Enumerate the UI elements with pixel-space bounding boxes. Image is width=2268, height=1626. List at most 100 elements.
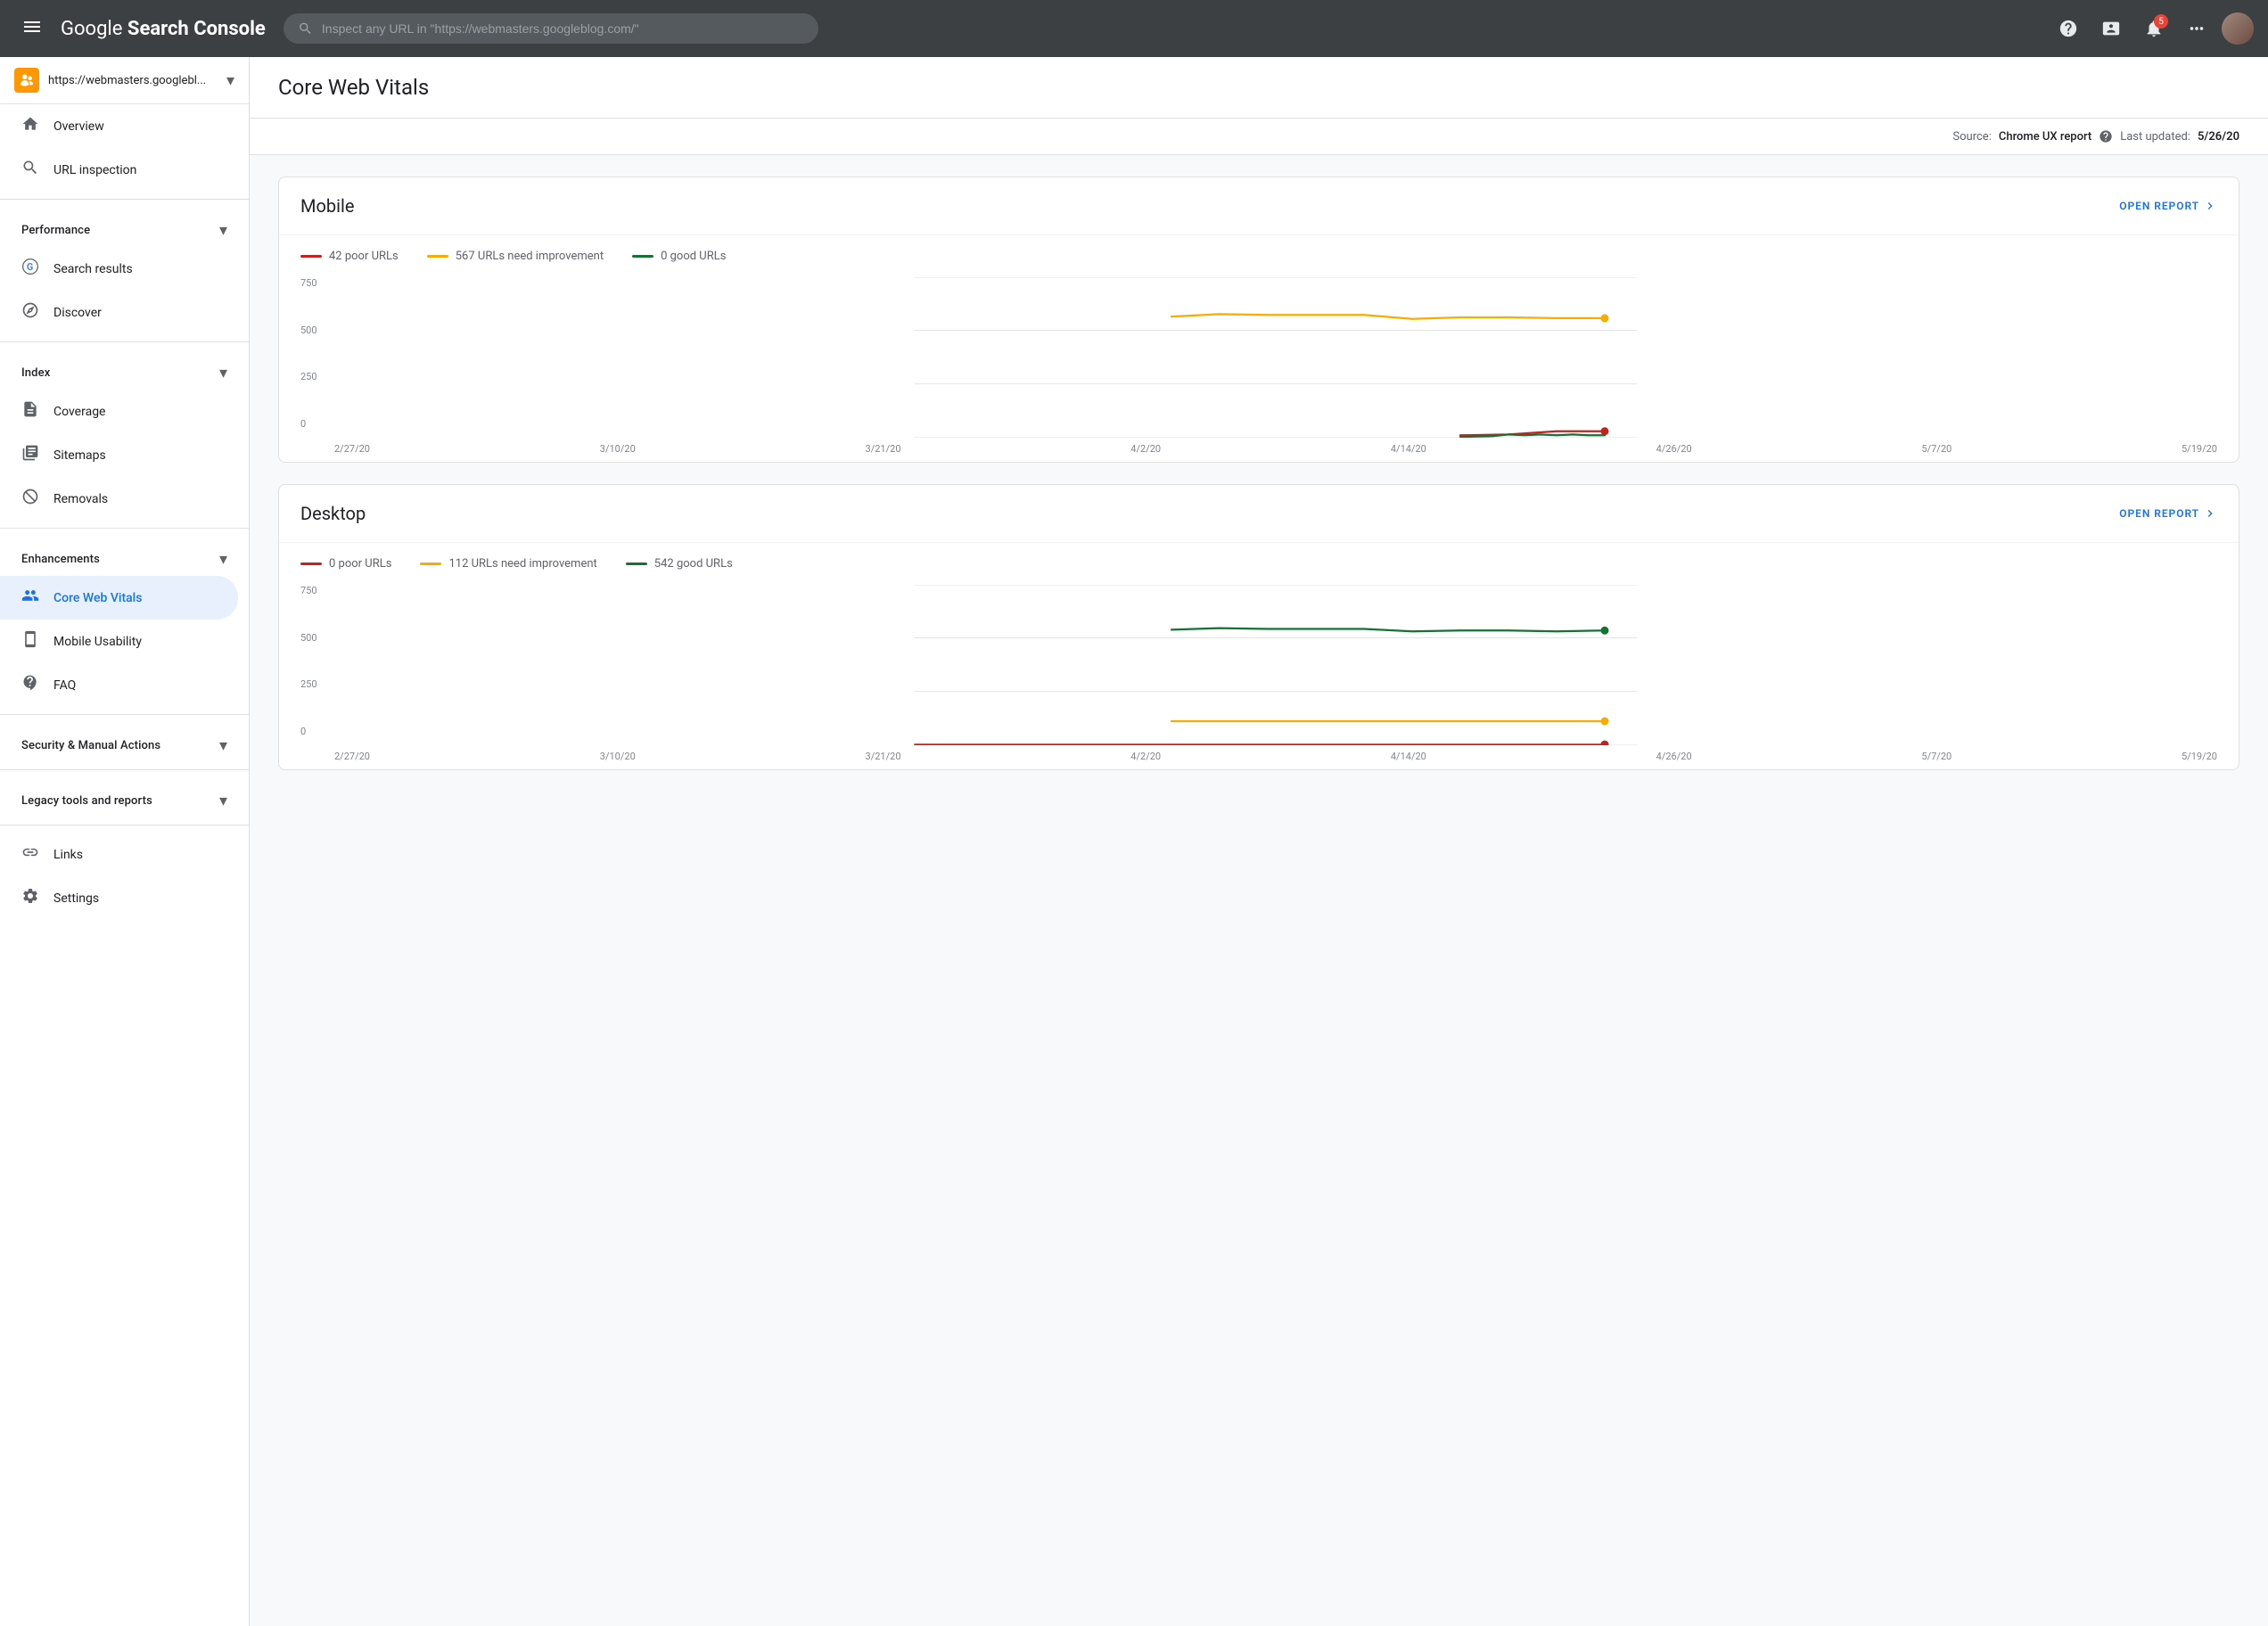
sidebar-item-overview[interactable]: Overview (0, 104, 238, 148)
source-label: Source: (1952, 130, 1991, 144)
sidebar-item-coverage[interactable]: Coverage (0, 390, 238, 433)
performance-chevron-icon: ▾ (219, 221, 227, 240)
help-button[interactable] (2050, 11, 2086, 46)
sidebar-item-faq[interactable]: FAQ (0, 663, 238, 707)
desktop-legend-poor: 0 poor URLs (300, 557, 391, 571)
enhancements-chevron-icon: ▾ (219, 550, 227, 569)
main-content: Core Web Vitals Source: Chrome UX report… (250, 57, 2268, 1626)
mobile-legend: 42 poor URLs 567 URLs need improvement 0… (279, 235, 2239, 270)
property-url-label: https://webmasters.googlebl... (48, 74, 218, 87)
apps-button[interactable] (2179, 11, 2215, 46)
sidebar-item-links[interactable]: Links (0, 833, 238, 876)
discover-label: Discover (53, 306, 102, 320)
overview-label: Overview (53, 119, 104, 134)
settings-icon (21, 887, 39, 909)
search-icon (21, 159, 39, 181)
source-name: Chrome UX report (1999, 130, 2091, 144)
property-icon (14, 68, 39, 93)
top-navigation: Google Search Console 5 (0, 0, 2268, 57)
coverage-icon (21, 400, 39, 423)
search-icon (298, 21, 313, 37)
nav-divider-3 (0, 528, 249, 529)
removals-label: Removals (53, 492, 108, 506)
desktop-poor-label: 0 poor URLs (329, 557, 391, 571)
enhancements-section-header[interactable]: Enhancements ▾ (0, 536, 249, 576)
links-label: Links (53, 848, 83, 862)
chevron-right-icon (2203, 199, 2217, 213)
legacy-chevron-icon: ▾ (219, 792, 227, 810)
search-results-label: Search results (53, 262, 133, 276)
index-chevron-icon: ▾ (219, 364, 227, 382)
coverage-label: Coverage (53, 405, 105, 419)
sidebar-item-mobile-usability[interactable]: Mobile Usability (0, 620, 238, 663)
index-section-header[interactable]: Index ▾ (0, 349, 249, 390)
mobile-open-report-button[interactable]: OPEN REPORT (2119, 199, 2217, 213)
chevron-right-icon (2203, 506, 2217, 521)
sidebar-item-settings[interactable]: Settings (0, 876, 238, 920)
mobile-good-label: 0 good URLs (661, 250, 726, 263)
core-web-vitals-label: Core Web Vitals (53, 591, 142, 605)
url-inspection-bar[interactable] (284, 13, 818, 44)
mobile-usability-label: Mobile Usability (53, 635, 142, 649)
main-layout: https://webmasters.googlebl... ▾ Overvie… (0, 57, 2268, 1626)
legacy-section-header[interactable]: Legacy tools and reports ▾ (0, 777, 249, 817)
source-help-icon[interactable] (2099, 129, 2113, 144)
home-icon (21, 115, 39, 137)
last-updated-label: Last updated: (2120, 130, 2190, 144)
mobile-legend-needs-improvement: 567 URLs need improvement (427, 250, 604, 263)
sidebar-item-url-inspection[interactable]: URL inspection (0, 148, 238, 192)
desktop-chart-svg: 1 (334, 585, 2217, 745)
app-logo: Google Search Console (61, 18, 266, 40)
index-section-title: Index (21, 366, 50, 380)
mobile-card-header: Mobile OPEN REPORT (279, 177, 2239, 235)
menu-icon[interactable] (14, 9, 50, 49)
mobile-chart: 0 250 500 750 (279, 270, 2239, 462)
desktop-legend: 0 poor URLs 112 URLs need improvement 54… (279, 543, 2239, 578)
desktop-good-label: 542 good URLs (654, 557, 733, 571)
nav-divider-2 (0, 341, 249, 342)
desktop-open-report-button[interactable]: OPEN REPORT (2119, 506, 2217, 521)
account-search-button[interactable] (2093, 11, 2129, 46)
desktop-legend-needs-improvement: 112 URLs need improvement (420, 557, 596, 571)
links-icon (21, 843, 39, 866)
security-chevron-icon: ▾ (219, 736, 227, 755)
desktop-title: Desktop (300, 503, 366, 524)
search-input[interactable] (322, 21, 804, 36)
mobile-card: Mobile OPEN REPORT 42 poor URLs 567 URLs… (278, 177, 2239, 463)
discover-icon (21, 301, 39, 324)
legacy-section-title: Legacy tools and reports (21, 794, 152, 808)
desktop-legend-good: 542 good URLs (626, 557, 733, 571)
page-header: Core Web Vitals (250, 57, 2268, 119)
security-section-header[interactable]: Security & Manual Actions ▾ (0, 722, 249, 762)
settings-label: Settings (53, 891, 99, 906)
svg-text:G: G (27, 261, 33, 273)
sidebar-item-core-web-vitals[interactable]: Core Web Vitals (0, 576, 238, 620)
performance-section-title: Performance (21, 224, 90, 237)
mobile-needs-improvement-label: 567 URLs need improvement (456, 250, 604, 263)
sidebar-item-removals[interactable]: Removals (0, 477, 238, 521)
performance-section-header[interactable]: Performance ▾ (0, 207, 249, 247)
nav-divider-4 (0, 714, 249, 715)
avatar[interactable] (2222, 12, 2254, 45)
sitemaps-label: Sitemaps (53, 448, 106, 463)
mobile-chart-svg: 1 (334, 277, 2217, 438)
sidebar-item-search-results[interactable]: G Search results (0, 247, 238, 291)
desktop-needs-improvement-label: 112 URLs need improvement (448, 557, 596, 571)
sidebar: https://webmasters.googlebl... ▾ Overvie… (0, 57, 250, 1626)
faq-icon (21, 674, 39, 696)
sidebar-item-discover[interactable]: Discover (0, 291, 238, 334)
property-selector[interactable]: https://webmasters.googlebl... ▾ (0, 57, 249, 104)
nav-divider-1 (0, 199, 249, 200)
mobile-usability-icon (21, 630, 39, 653)
sitemaps-icon (21, 444, 39, 466)
notifications-button[interactable]: 5 (2136, 11, 2172, 46)
enhancements-section-title: Enhancements (21, 553, 100, 566)
desktop-card-header: Desktop OPEN REPORT (279, 485, 2239, 543)
sidebar-item-sitemaps[interactable]: Sitemaps (0, 433, 238, 477)
faq-label: FAQ (53, 678, 76, 693)
removals-icon (21, 488, 39, 510)
source-bar: Source: Chrome UX report Last updated: 5… (250, 119, 2268, 155)
security-section-title: Security & Manual Actions (21, 739, 160, 752)
page-title: Core Web Vitals (278, 75, 429, 100)
url-inspection-label: URL inspection (53, 163, 136, 177)
